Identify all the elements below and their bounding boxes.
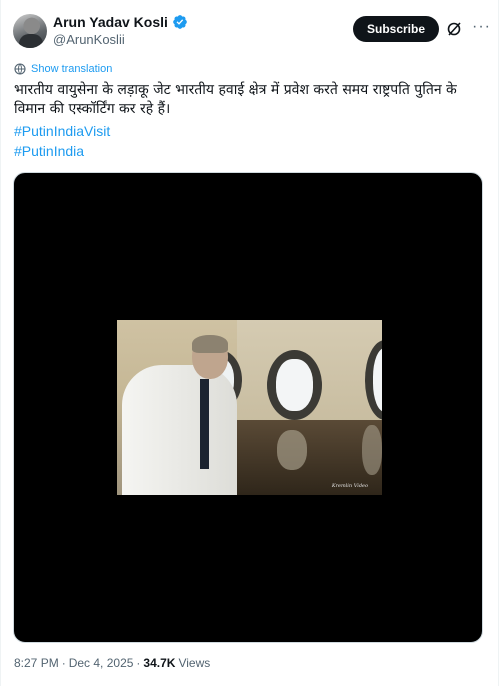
hashtag-link[interactable]: #PutinIndiaVisit [14, 123, 110, 139]
tweet-date[interactable]: Dec 4, 2025 [69, 656, 134, 670]
separator: · [136, 656, 141, 670]
tweet-container: Arun Yadav Kosli @ArunKoslii Subscribe ·… [0, 0, 499, 686]
author-name-row: Arun Yadav Kosli [53, 14, 188, 30]
slashed-circle-icon[interactable] [446, 21, 462, 37]
author-handle[interactable]: @ArunKoslii [53, 32, 125, 47]
show-translation-link[interactable]: Show translation [14, 63, 112, 75]
more-horizontal-icon[interactable]: ··· [472, 19, 491, 35]
avatar[interactable] [13, 14, 47, 48]
passenger-figure [117, 335, 242, 495]
cabin-window [267, 350, 322, 420]
author-display-name[interactable]: Arun Yadav Kosli [53, 14, 168, 30]
video-frame: Kremlin Video [117, 320, 382, 495]
globe-icon [14, 63, 26, 75]
subscribe-button[interactable]: Subscribe [353, 16, 439, 42]
video-player[interactable]: Kremlin Video [13, 172, 483, 643]
avatar-figure [19, 34, 43, 48]
tweet-text: भारतीय वायुसेना के लड़ाकू जेट भारतीय हवा… [14, 82, 457, 117]
views-count: 34.7K [143, 656, 176, 670]
tweet-time[interactable]: 8:27 PM [14, 656, 59, 670]
tweet-metadata: 8:27 PM · Dec 4, 2025 · 34.7K Views [14, 656, 210, 670]
views-label: Views [178, 656, 211, 670]
show-translation-label: Show translation [31, 63, 113, 75]
verified-badge-icon [173, 15, 187, 29]
separator: · [61, 656, 66, 670]
video-watermark: Kremlin Video [331, 483, 368, 489]
hashtag-link[interactable]: #PutinIndia [14, 143, 84, 159]
